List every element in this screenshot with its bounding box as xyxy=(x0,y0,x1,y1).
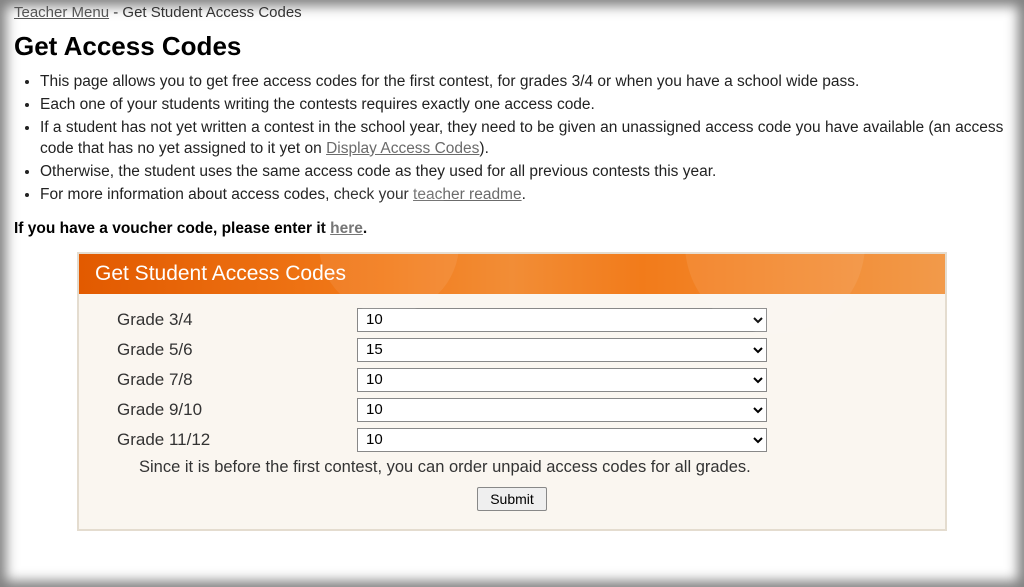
panel-title: Get Student Access Codes xyxy=(95,262,346,285)
panel-body: Grade 3/4 10 Grade 5/6 15 xyxy=(79,294,945,529)
breadcrumb-link[interactable]: Teacher Menu xyxy=(14,4,109,21)
grade-label: Grade 5/6 xyxy=(117,340,357,360)
grade-label: Grade 9/10 xyxy=(117,400,357,420)
info-list: This page allows you to get free access … xyxy=(40,72,1010,206)
grade-9-10-select[interactable]: 10 xyxy=(357,398,767,422)
breadcrumb-current: Get Student Access Codes xyxy=(122,4,301,21)
grade-5-6-select[interactable]: 15 xyxy=(357,338,767,362)
info-item: Each one of your students writing the co… xyxy=(40,95,1010,116)
grade-row: Grade 5/6 15 xyxy=(117,338,907,362)
info-text: . xyxy=(522,186,526,203)
info-text: This page allows you to get free access … xyxy=(40,73,859,90)
info-item: For more information about access codes,… xyxy=(40,185,1010,206)
panel-note: Since it is before the first contest, yo… xyxy=(139,458,907,477)
info-item: This page allows you to get free access … xyxy=(40,72,1010,93)
page-title: Get Access Codes xyxy=(14,31,1010,62)
grade-row: Grade 7/8 10 xyxy=(117,368,907,392)
info-item: Otherwise, the student uses the same acc… xyxy=(40,162,1010,183)
grade-row: Grade 11/12 10 xyxy=(117,428,907,452)
breadcrumb: Teacher Menu - Get Student Access Codes xyxy=(14,4,1010,21)
info-text: ). xyxy=(479,140,488,157)
submit-button[interactable]: Submit xyxy=(477,487,547,511)
voucher-pre: If you have a voucher code, please enter… xyxy=(14,220,330,237)
grade-label: Grade 11/12 xyxy=(117,430,357,450)
grade-3-4-select[interactable]: 10 xyxy=(357,308,767,332)
grade-row: Grade 9/10 10 xyxy=(117,398,907,422)
grade-label: Grade 3/4 xyxy=(117,310,357,330)
grade-label: Grade 7/8 xyxy=(117,370,357,390)
grade-7-8-select[interactable]: 10 xyxy=(357,368,767,392)
info-text: If a student has not yet written a conte… xyxy=(40,119,1003,157)
info-item: If a student has not yet written a conte… xyxy=(40,118,1010,160)
grade-11-12-select[interactable]: 10 xyxy=(357,428,767,452)
display-access-codes-link[interactable]: Display Access Codes xyxy=(326,140,479,157)
panel-header: Get Student Access Codes xyxy=(79,254,945,294)
breadcrumb-separator: - xyxy=(109,4,122,21)
access-codes-panel: Get Student Access Codes Grade 3/4 10 Gr… xyxy=(77,252,947,531)
info-text: Each one of your students writing the co… xyxy=(40,96,595,113)
